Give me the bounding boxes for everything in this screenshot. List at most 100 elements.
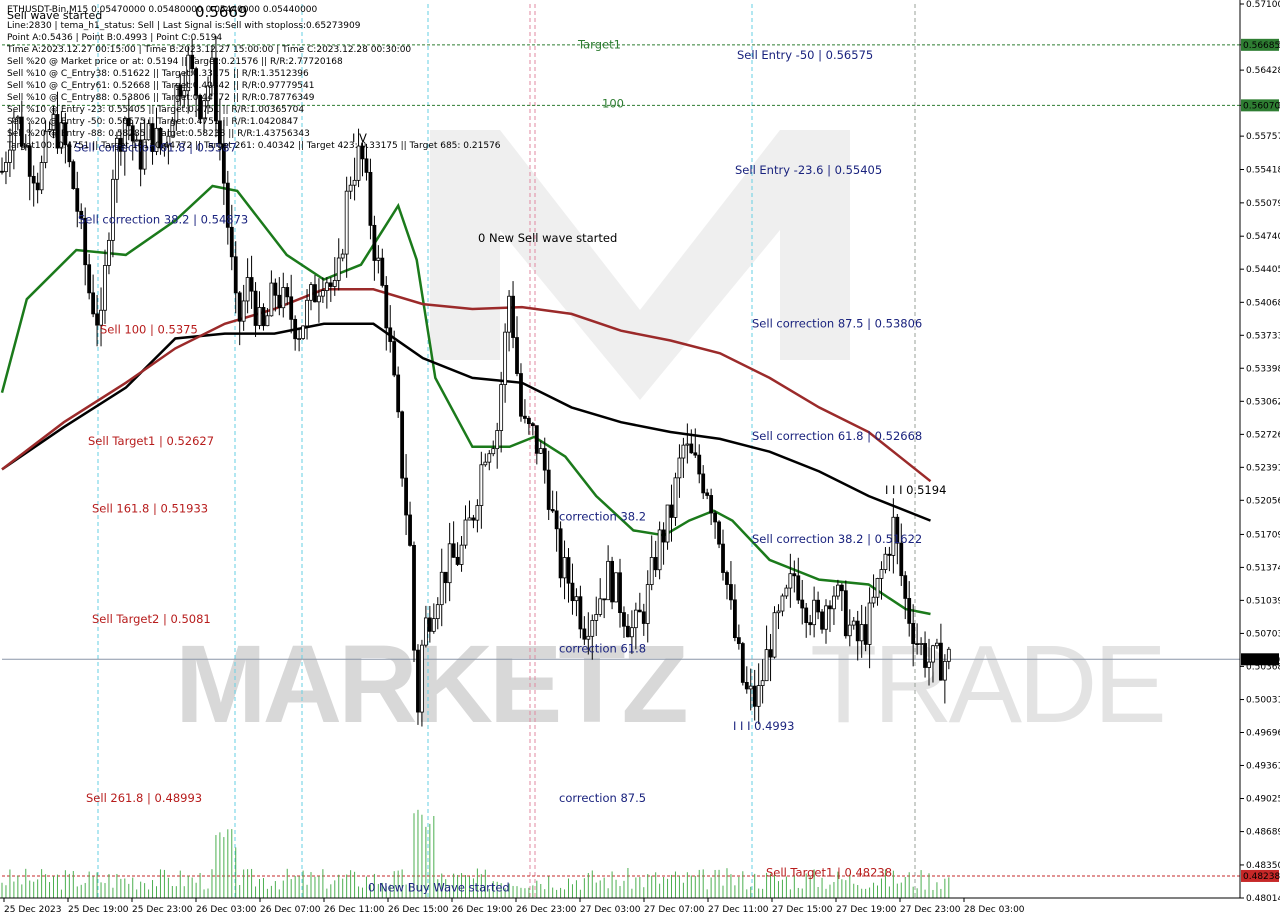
candle-body [396,374,401,413]
candle-body [594,614,599,621]
candle-body [412,544,416,651]
candle-body [542,448,547,471]
candle-body [237,292,242,322]
candle-body [554,510,559,530]
candle-body [39,162,44,191]
candle-body [843,590,848,637]
candle-body [657,529,662,571]
candle-body [697,454,702,475]
candle-body [725,572,729,585]
annotation-label: I I I 0.5194 [885,483,946,497]
time-tick-label: 27 Dec 11:00 [708,905,769,915]
candle-body [887,553,892,556]
candle-body [847,624,852,637]
time-tick-label: 26 Dec 07:00 [260,905,321,915]
price-axis[interactable]: 0.57100 0.56685 0.56428 0.56070 0.55757 0.554… [1239,0,1280,920]
price-tick-label: 0.56428 [1246,66,1280,76]
candle-body [673,477,678,518]
candle-body [281,287,286,309]
candle-body [835,584,840,597]
candle-body [384,284,389,329]
candle-body [491,448,496,455]
candle-body [111,178,115,241]
candle-body [530,423,535,427]
candle-body [75,188,80,212]
price-tick-label: 0.52056 [1246,496,1280,506]
candle-body [740,643,745,683]
candle-body [463,519,468,546]
candle-body [693,452,698,456]
candle-body [257,307,262,326]
annotation-label: Sell Target2 | 0.5081 [92,612,211,626]
annotation-label: Sell Target1 | 0.52627 [88,434,214,448]
candle-body [915,643,920,645]
candle-body [408,514,412,546]
candle-body [871,596,876,604]
price-tick-label: 0.48689 [1246,828,1280,838]
candle-body [348,184,353,192]
time-tick-label: 25 Dec 2023 [4,905,62,915]
info-line: Sell %20 @ Market price or at: 0.5194 ||… [7,57,343,67]
candle-body [269,282,274,317]
price-tick-label: 0.48350 [1246,861,1280,871]
candle-body [364,158,369,173]
time-tick-label: 26 Dec 03:00 [196,905,257,915]
candle-body [637,609,642,613]
candle-body [423,617,428,646]
candle-body [839,584,844,592]
price-tick-label: 0.55079 [1246,199,1280,209]
candle-body [828,605,832,610]
time-tick-label: 25 Dec 23:00 [132,905,193,915]
info-line: Target100: 0.4751 || Target 161: 0.44772… [7,141,501,151]
candle-body [439,571,444,606]
time-tick-label: 25 Dec 19:00 [68,905,129,915]
candle-body [574,596,579,602]
candle-body [586,635,591,640]
level-price-tag-label: 0.56685 [1243,41,1280,51]
info-line: Sell %10 @ C_Entry38: 0.51622 || Target:… [7,69,309,79]
price-tick-label: 0.53062 [1246,397,1280,407]
candle-body [760,680,765,686]
annotation-label: correction 87.5 [559,791,646,805]
candle-body [744,682,749,690]
price-tick-label: 0.53398 [1246,364,1280,374]
candle-body [245,277,250,302]
watermark-right: TRADE [810,623,1163,746]
price-tick-label: 0.53733 [1246,331,1280,341]
info-line: Sell %10 @ Entry -23: 0.55405 || Target:… [7,105,305,115]
candle-body [550,509,555,512]
time-tick-label: 26 Dec 23:00 [516,905,577,915]
candle-body [752,685,757,707]
candle-body [495,430,500,450]
candle-body [4,162,8,173]
candle-body [685,443,690,446]
price-tick-label: 0.48014 [1246,894,1280,904]
price-tick-label: 0.50031 [1246,696,1280,706]
annotation-label: 0 New Sell wave started [478,231,617,245]
candle-body [372,224,377,261]
candle-body [317,295,321,303]
candle-body [103,265,107,311]
candle-body [713,512,717,523]
price-tick-label: 0.51374 [1246,563,1280,573]
candle-body [340,253,345,259]
info-line: Sell %20 @ Entry -50: 0.56575 || Target:… [7,117,299,127]
candle-body [305,299,309,327]
candle-body [352,179,357,186]
annotation-label: Target1 [577,37,621,51]
candle-body [515,337,519,374]
candle-body [503,331,508,385]
candle-body [736,637,741,644]
time-tick-label: 26 Dec 15:00 [388,905,449,915]
candle-body [602,598,607,601]
time-tick-label: 26 Dec 19:00 [452,905,513,915]
annotation-label: Sell 100 | 0.5375 [100,323,198,337]
wave-label: Sell wave started [7,9,103,22]
candle-body [772,612,777,658]
candle-body [285,287,290,298]
candle-body [392,341,397,376]
candle-body [689,443,694,454]
time-tick-label: 28 Dec 03:00 [964,905,1025,915]
candle-body [289,296,294,320]
indicator-info-panel: ETHUSDT-Bin,M15 0.05470000 0.05480000 0.… [7,4,501,152]
